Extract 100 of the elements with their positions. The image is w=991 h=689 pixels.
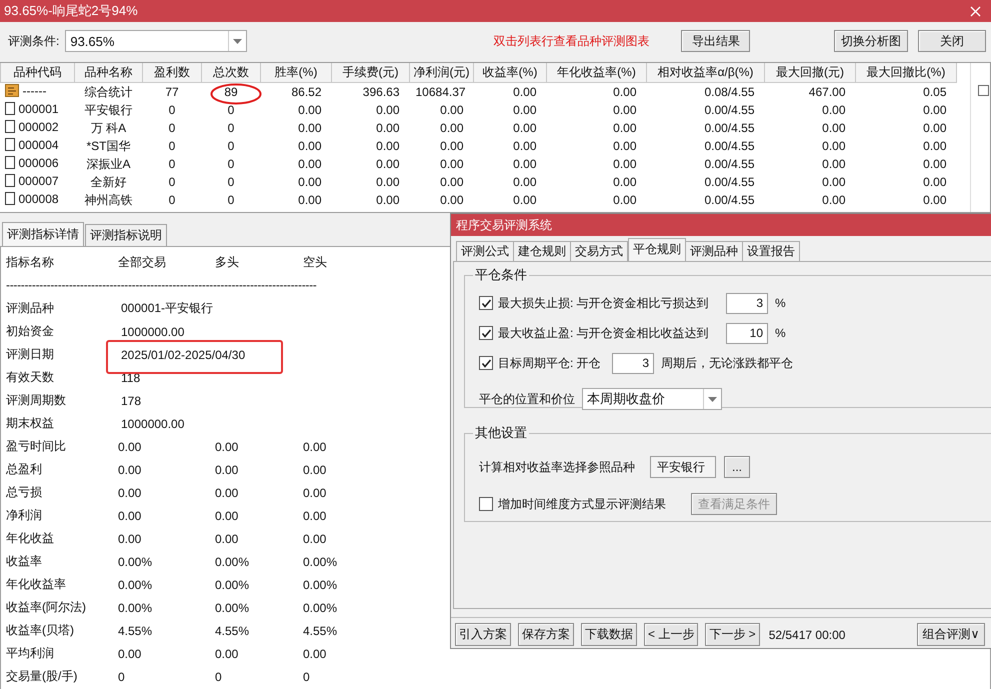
table-cell: 0.00 bbox=[298, 139, 322, 153]
checkbox[interactable] bbox=[479, 356, 493, 370]
dialog-tab[interactable]: 评测公式 bbox=[456, 241, 514, 261]
metric-value: 0 bbox=[303, 670, 311, 684]
metric-label: 年化收益 bbox=[6, 530, 55, 547]
table-cell: 0.00/4.55 bbox=[704, 157, 754, 171]
table-cell: 0.00 bbox=[613, 103, 636, 117]
column-header[interactable]: 盈利数 bbox=[142, 63, 202, 82]
metric-value: 0.00 bbox=[118, 440, 142, 454]
dialog-title: 程序交易评测系统 bbox=[456, 216, 552, 234]
metric-value: 0.00% bbox=[215, 600, 250, 614]
table-cell: 0.08/4.55 bbox=[704, 85, 754, 99]
table-cell: 0.00 bbox=[513, 103, 536, 117]
position-combo[interactable]: 本周期收盘价 bbox=[582, 388, 722, 410]
footer-button[interactable]: 保存方案 bbox=[518, 623, 574, 646]
metric-value: 0.00 bbox=[215, 486, 240, 500]
checkbox[interactable] bbox=[479, 497, 493, 511]
export-button[interactable]: 导出结果 bbox=[681, 30, 750, 52]
table-cell: 0.00 bbox=[613, 157, 636, 171]
table-cell: 0.00 bbox=[513, 139, 536, 153]
metric-value: 0.00 bbox=[118, 532, 142, 546]
table-cell: 平安银行 bbox=[84, 102, 132, 116]
browse-button[interactable]: ... bbox=[724, 456, 750, 478]
metric-value: 0.00 bbox=[215, 462, 240, 476]
number-field[interactable]: 10 bbox=[726, 322, 768, 344]
metric-value: 178 bbox=[120, 394, 142, 408]
number-field[interactable]: 3 bbox=[726, 292, 768, 314]
table-cell: 0.00 bbox=[923, 139, 946, 153]
table-cell: 万 科A bbox=[90, 120, 126, 134]
table-cell: 0 bbox=[228, 103, 234, 117]
dialog-tab[interactable]: 评测品种 bbox=[686, 241, 743, 261]
number-field[interactable]: 3 bbox=[612, 352, 654, 374]
rule-label: 最大收益止盈: 与开仓资金相比收益达到 bbox=[498, 324, 710, 342]
condition-combo[interactable]: 93.65% bbox=[65, 30, 248, 52]
document-icon bbox=[4, 192, 14, 206]
reference-field[interactable]: 平安银行 bbox=[650, 456, 716, 478]
combo-button[interactable]: 组合评测∨ bbox=[917, 623, 985, 646]
column-header[interactable]: 总次数 bbox=[202, 63, 260, 82]
table-cell: 0 bbox=[168, 139, 176, 153]
metric-value: 0.00% bbox=[215, 578, 250, 592]
metric-value: 0.00% bbox=[118, 600, 154, 614]
table-cell: 0.00 bbox=[613, 139, 636, 153]
metric-value: 118 bbox=[120, 370, 140, 384]
close-icon[interactable] bbox=[970, 6, 981, 16]
footer-button[interactable]: < 上一步 bbox=[644, 623, 698, 646]
table-cell: 0.00/4.55 bbox=[704, 193, 754, 207]
table-cell: 89 bbox=[224, 85, 238, 99]
table-cell: 深振业A bbox=[86, 156, 130, 170]
table-cell: 0.05 bbox=[923, 85, 946, 99]
metric-value: 0.00% bbox=[303, 578, 338, 592]
column-header[interactable]: 品种名称 bbox=[74, 63, 142, 82]
table-cell: 0.00 bbox=[613, 175, 636, 189]
metric-label: 期末权益 bbox=[6, 415, 55, 432]
column-header[interactable]: 最大回撤(元) bbox=[764, 63, 856, 82]
column-header[interactable]: 最大回撤比(%) bbox=[856, 63, 956, 82]
table-cell: 0 bbox=[168, 157, 176, 171]
dialog-tab[interactable]: 设置报告 bbox=[743, 241, 800, 261]
metric-value: 4.55% bbox=[215, 624, 250, 638]
metric-value: 1000000.00 bbox=[120, 324, 184, 338]
table-cell: 0.00 bbox=[613, 121, 636, 135]
metric-value: 000001-平安银行 bbox=[120, 300, 214, 317]
toolbar-button[interactable]: 切换分析图 bbox=[834, 30, 908, 52]
table-cell: 0.00/4.55 bbox=[704, 139, 754, 153]
column-header[interactable]: 品种代码 bbox=[0, 63, 74, 82]
table-cell: 神州高铁 bbox=[84, 192, 132, 206]
table-cell: 0.00/4.55 bbox=[704, 103, 754, 117]
column-header[interactable]: 手续费(元) bbox=[332, 63, 410, 82]
table-cell: 000002 bbox=[18, 120, 59, 134]
group-title: 其他设置 bbox=[474, 424, 528, 442]
table-cell: 0.00 bbox=[440, 157, 464, 171]
metric-value: 2025/01/02-2025/04/30 bbox=[120, 348, 246, 362]
table-cell: 0 bbox=[168, 175, 176, 189]
hint-text: 双击列表行查看品种评测图表 bbox=[493, 32, 650, 50]
panel-tab[interactable]: 评测指标详情 bbox=[2, 222, 84, 246]
window-title: 93.65%-响尾蛇2号94% bbox=[4, 2, 138, 20]
panel-tab[interactable]: 评测指标说明 bbox=[85, 224, 167, 246]
footer-button[interactable]: 下载数据 bbox=[581, 623, 637, 646]
footer-button[interactable]: 引入方案 bbox=[455, 623, 511, 646]
toolbar-button[interactable]: 关闭 bbox=[918, 30, 986, 52]
metric-value: 0.00 bbox=[215, 440, 240, 454]
column-header: 多头 bbox=[215, 254, 240, 271]
dialog-tab[interactable]: 平仓规则 bbox=[628, 238, 686, 261]
metric-label: 评测品种 bbox=[6, 300, 55, 317]
annotation-circle bbox=[210, 83, 262, 105]
column-header[interactable]: 收益率(%) bbox=[474, 63, 546, 82]
metric-label: 盈亏时间比 bbox=[6, 438, 67, 455]
column-header[interactable]: 胜率(%) bbox=[260, 63, 332, 82]
table-cell: 0.00 bbox=[440, 175, 464, 189]
footer-button[interactable]: 下一步 > bbox=[705, 623, 760, 646]
dialog-tab[interactable]: 建仓规则 bbox=[514, 241, 571, 261]
column-header[interactable]: 净利润(元) bbox=[410, 63, 474, 82]
metric-value: 0.00% bbox=[118, 554, 154, 568]
checkbox[interactable] bbox=[479, 326, 493, 340]
metric-label: 总亏损 bbox=[6, 484, 43, 501]
metric-label: 收益率 bbox=[6, 553, 43, 570]
table-cell: 000001 bbox=[18, 102, 59, 116]
column-header[interactable]: 年化收益率(%) bbox=[546, 63, 646, 82]
column-header[interactable]: 相对收益率α/β(%) bbox=[646, 63, 764, 82]
table-cell: 10684.37 bbox=[416, 85, 466, 99]
checkbox[interactable] bbox=[479, 296, 493, 310]
